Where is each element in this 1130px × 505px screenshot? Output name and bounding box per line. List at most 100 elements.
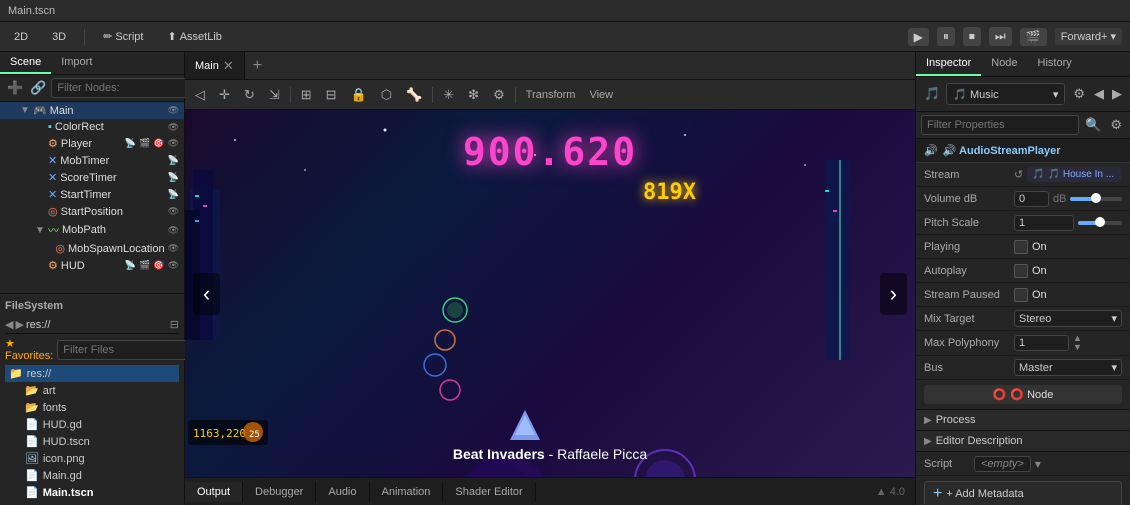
inspector-script-row: Script <empty> ▾ bbox=[916, 452, 1130, 476]
editor-desc-section-header[interactable]: ▶ Editor Description bbox=[916, 431, 1130, 452]
fs-item-fonts[interactable]: 📂 fonts bbox=[5, 399, 179, 416]
fs-item-hud-gd[interactable]: 📄 HUD.gd bbox=[5, 416, 179, 433]
rotate-icon[interactable]: ↻ bbox=[240, 85, 259, 105]
mode-3d-button[interactable]: 3D bbox=[46, 29, 72, 45]
ins-icon-1[interactable]: 🎵 bbox=[921, 85, 943, 103]
skeleton-icon[interactable]: 🦴 bbox=[402, 85, 426, 105]
viewport-prev-button[interactable]: ‹ bbox=[193, 273, 220, 315]
tree-item-scoretimer[interactable]: ✕ ScoreTimer 📡 bbox=[0, 169, 184, 186]
ins-nav: ◀ ▶ bbox=[1091, 85, 1125, 103]
playing-checkbox[interactable] bbox=[1014, 240, 1028, 254]
pitch-slider[interactable] bbox=[1078, 221, 1122, 225]
ins-nav-prev-icon[interactable]: ◀ bbox=[1091, 85, 1107, 103]
tree-item-startposition[interactable]: ◎ StartPosition 👁 bbox=[0, 203, 184, 220]
tab-shader-editor[interactable]: Shader Editor bbox=[443, 482, 535, 502]
tree-item-player[interactable]: ⚙ Player 📡 🎬 🎯 👁 bbox=[0, 135, 184, 152]
tree-item-colorrect[interactable]: ▪ ColorRect 👁 bbox=[0, 119, 184, 135]
autoplay-checkbox[interactable] bbox=[1014, 264, 1028, 278]
inspector-playing-row: Playing On bbox=[916, 235, 1130, 259]
more-ed-icon-3[interactable]: ⚙ bbox=[489, 85, 509, 105]
pitch-input[interactable] bbox=[1014, 215, 1074, 231]
tab-scene[interactable]: Scene bbox=[0, 52, 51, 74]
editor-tabs: Main ✕ + bbox=[185, 52, 915, 80]
group-icon[interactable]: ⬡ bbox=[377, 85, 396, 105]
add-metadata-button[interactable]: + + Add Metadata bbox=[924, 481, 1122, 505]
tree-item-mobpath[interactable]: ▼ 〰 MobPath 👁 bbox=[0, 220, 184, 240]
tab-audio[interactable]: Audio bbox=[316, 482, 369, 502]
script-value[interactable]: <empty> bbox=[974, 456, 1031, 472]
link-icon[interactable]: 🔗 bbox=[28, 79, 48, 97]
fs-item-main-tscn[interactable]: 📄 Main.tscn bbox=[5, 484, 179, 501]
fs-item-hud-tscn[interactable]: 📄 HUD.tscn bbox=[5, 433, 179, 450]
volume-input[interactable] bbox=[1014, 191, 1049, 207]
process-section-header[interactable]: ▶ Process bbox=[916, 410, 1130, 431]
tab-import[interactable]: Import bbox=[51, 52, 102, 74]
stream-paused-checkbox[interactable] bbox=[1014, 288, 1028, 302]
volume-slider[interactable] bbox=[1070, 197, 1122, 201]
ed-sep-3 bbox=[515, 87, 516, 103]
select-mode-icon[interactable]: ◁ bbox=[191, 85, 209, 105]
inspector-mixtarget-row: Mix Target Stereo ▾ bbox=[916, 307, 1130, 331]
play-button[interactable]: ▶ bbox=[908, 28, 929, 46]
tab-inspector[interactable]: Inspector bbox=[916, 52, 981, 76]
tree-item-hud[interactable]: ⚙ HUD 📡 🎬 🎯 👁 bbox=[0, 257, 184, 274]
max-polyphony-input[interactable] bbox=[1014, 335, 1069, 351]
mix-target-dropdown[interactable]: Stereo ▾ bbox=[1014, 310, 1122, 327]
inspector-filter-icon[interactable]: 🔍 bbox=[1082, 116, 1104, 134]
lock-icon[interactable]: 🔒 bbox=[347, 85, 371, 105]
fs-item-main-gd[interactable]: 📄 Main.gd bbox=[5, 467, 179, 484]
tree-item-starttimer[interactable]: ✕ StartTimer 📡 bbox=[0, 186, 184, 203]
step-button[interactable]: ⏭ bbox=[989, 27, 1012, 46]
inspector-maxpolyphony-row: Max Polyphony ▲ ▼ bbox=[916, 331, 1130, 356]
mode-2d-button[interactable]: 2D bbox=[8, 29, 34, 45]
more-ed-icon-1[interactable]: ✳ bbox=[439, 85, 458, 105]
tab-animation[interactable]: Animation bbox=[370, 482, 444, 502]
tab-close-icon[interactable]: ✕ bbox=[223, 58, 234, 74]
node-button[interactable]: ⭕ ⭕ Node bbox=[924, 385, 1122, 404]
fs-item-res[interactable]: 📁 res:// bbox=[5, 365, 179, 382]
tree-item-mobtimer[interactable]: ✕ MobTimer 📡 bbox=[0, 152, 184, 169]
viewport-next-button[interactable]: › bbox=[880, 273, 907, 315]
tab-output[interactable]: Output bbox=[185, 482, 243, 502]
grid-icon[interactable]: ⊟ bbox=[322, 85, 341, 105]
fs-item-icon-png[interactable]: 🖼 icon.png bbox=[5, 450, 179, 467]
tree-item-mobspawnlocation[interactable]: ◎ MobSpawnLocation 👁 bbox=[0, 240, 184, 257]
svg-text:1163,220: 1163,220 bbox=[193, 427, 246, 440]
assetlib-button[interactable]: ⬆ AssetLib bbox=[161, 28, 227, 45]
move-icon[interactable]: ✛ bbox=[215, 85, 234, 105]
stream-value[interactable]: 🎵 🎵 House In ... bbox=[1027, 167, 1122, 182]
center-panel: Main ✕ + ◁ ✛ ↻ ⇲ ⊞ ⊟ 🔒 ⬡ 🦴 ✳ ❇ ⚙ Transfo… bbox=[185, 52, 915, 505]
scale-icon[interactable]: ⇲ bbox=[265, 85, 284, 105]
script-button[interactable]: ✏ Script bbox=[97, 28, 149, 45]
tab-node[interactable]: Node bbox=[981, 52, 1027, 76]
svg-text:25: 25 bbox=[249, 430, 260, 440]
polyphony-down-button[interactable]: ▼ bbox=[1073, 343, 1082, 352]
tab-debugger[interactable]: Debugger bbox=[243, 482, 316, 502]
tab-history[interactable]: History bbox=[1028, 52, 1082, 76]
inspector-filter-input[interactable] bbox=[921, 115, 1079, 135]
view-button[interactable]: View bbox=[585, 87, 617, 103]
scene-toolbar: ➕ 🔗 🔍 ⚙ ⋮ bbox=[0, 75, 184, 102]
tree-item-main[interactable]: ▼ 🎮 Main 👁 bbox=[0, 102, 184, 119]
tab-add-button[interactable]: + bbox=[245, 57, 270, 75]
fs-item-art[interactable]: 📂 art bbox=[5, 382, 179, 399]
filter-nodes-input[interactable] bbox=[51, 78, 205, 98]
music-dropdown[interactable]: 🎵 Music ▾ bbox=[946, 83, 1065, 105]
transform-button[interactable]: Transform bbox=[522, 87, 580, 103]
movie-button[interactable]: 🎬 bbox=[1020, 28, 1047, 46]
pause-button[interactable]: ⏸ bbox=[937, 27, 955, 46]
ins-settings-icon[interactable]: ⚙ bbox=[1070, 85, 1088, 103]
version-label: ▲ 4.0 bbox=[876, 486, 915, 498]
renderer-label[interactable]: Forward+ ▾ bbox=[1055, 28, 1122, 45]
snap-icon[interactable]: ⊞ bbox=[297, 85, 316, 105]
more-ed-icon-2[interactable]: ❇ bbox=[464, 85, 483, 105]
favorites-label: ★ Favorites: bbox=[5, 337, 53, 362]
editor-tab-main[interactable]: Main ✕ bbox=[185, 52, 245, 79]
stop-button[interactable]: ⏹ bbox=[963, 27, 981, 46]
new-node-icon[interactable]: ➕ bbox=[5, 79, 25, 97]
stream-reset-icon[interactable]: ↺ bbox=[1014, 168, 1023, 181]
ins-nav-next-icon[interactable]: ▶ bbox=[1109, 85, 1125, 103]
bus-dropdown[interactable]: Master ▾ bbox=[1014, 359, 1122, 376]
main-layout: Scene Import ➕ 🔗 🔍 ⚙ ⋮ ▼ 🎮 Main 👁 bbox=[0, 52, 1130, 505]
inspector-options-icon[interactable]: ⚙ bbox=[1107, 116, 1125, 134]
